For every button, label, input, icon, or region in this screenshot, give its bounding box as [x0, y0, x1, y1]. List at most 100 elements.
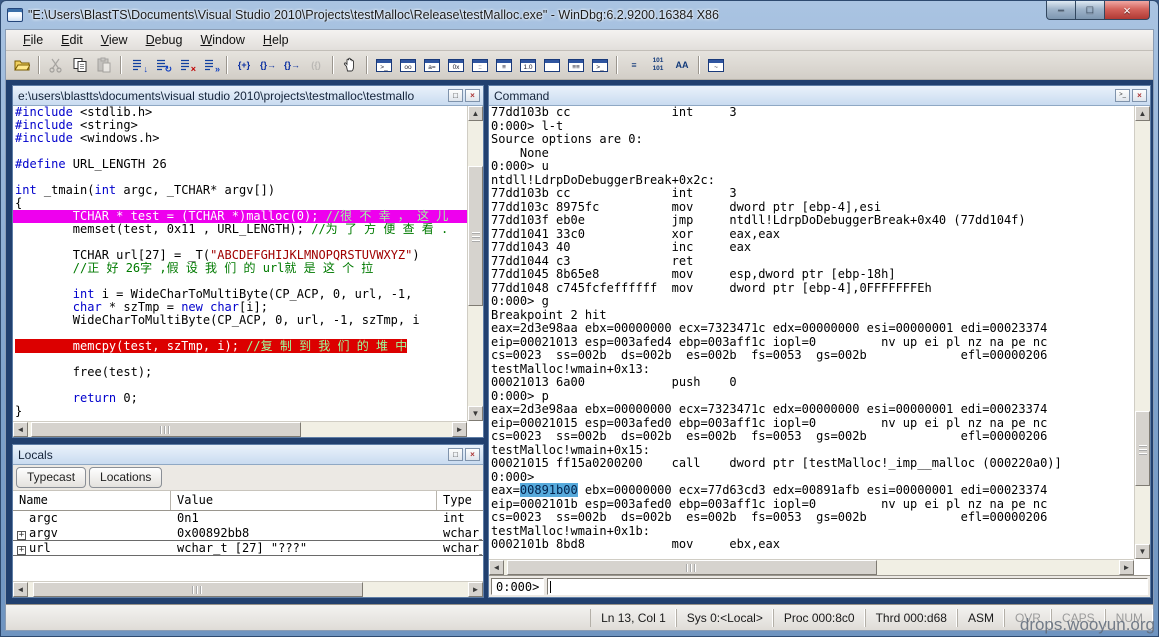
memory-101-button[interactable]: 101 101 [647, 55, 669, 76]
scroll-down-arrow[interactable]: ▼ [468, 406, 483, 421]
locals-column-headers[interactable]: Name Value Type [13, 491, 483, 511]
locals-window-header[interactable]: Locals □ × [13, 445, 483, 465]
command-line: testMalloc!wmain+0x15: [491, 442, 650, 457]
title-bar[interactable]: "E:\Users\BlastTS\Documents\Visual Studi… [1, 1, 1158, 29]
callstack-window-button[interactable]: ≡ [493, 55, 515, 76]
menu-file[interactable]: File [14, 31, 52, 49]
command-line: 0:000> u [491, 159, 549, 173]
command-dock-button[interactable]: >_ [1115, 89, 1130, 102]
command-window-button[interactable]: >_ [373, 55, 395, 76]
close-button[interactable]: × [1104, 1, 1150, 20]
locals-dock-button[interactable]: □ [448, 448, 463, 461]
toolbar-separator [616, 56, 618, 74]
source-line: } [15, 404, 23, 418]
command-line: 77dd103c 8975fc mov dword ptr [ebp-4],es… [491, 199, 882, 214]
disassembly-window-button[interactable]: ≡≡ [565, 55, 587, 76]
maximize-button[interactable]: □ [1076, 1, 1104, 20]
breakpoint-insert-button[interactable]: {+} [233, 55, 255, 76]
scroll-thumb[interactable] [468, 166, 483, 306]
scroll-right-arrow[interactable]: ► [1119, 560, 1134, 575]
font-button[interactable]: AA [671, 55, 693, 76]
command-window-header[interactable]: Command >_ × [489, 86, 1150, 106]
command-input[interactable] [547, 578, 1148, 595]
scroll-up-arrow[interactable]: ▲ [468, 106, 483, 121]
scroll-left-arrow[interactable]: ◄ [13, 422, 28, 437]
toolbar-separator [698, 56, 700, 74]
locals-close-button[interactable]: × [465, 448, 480, 461]
command-vertical-scrollbar[interactable]: ▲ ▼ [1134, 106, 1150, 559]
source-line: int _tmain(int argc, _TCHAR* argv[]) [15, 183, 276, 197]
registers-window-button[interactable]: 0x [445, 55, 467, 76]
source-float-button[interactable]: □ [448, 89, 463, 102]
locals-row-argv[interactable]: +argv0x00892bb8wchar_t [13, 526, 483, 541]
command-line: 0:000> l-t [491, 118, 564, 133]
detach-button[interactable]: » [199, 55, 221, 76]
restart-button[interactable]: ↻ [151, 55, 173, 76]
options-button[interactable]: ~ [705, 55, 727, 76]
toolbar-separator [38, 56, 40, 74]
source-mode-button[interactable]: ≡ [623, 55, 645, 76]
menu-debug[interactable]: Debug [137, 31, 192, 49]
stop-debugging-button[interactable]: × [175, 55, 197, 76]
locals-horizontal-scrollbar[interactable]: ◄ ► [13, 581, 483, 597]
tab-locations[interactable]: Locations [89, 467, 163, 488]
menu-edit[interactable]: Edit [52, 31, 92, 49]
scroll-right-arrow[interactable]: ► [452, 422, 467, 437]
copy-button[interactable] [69, 55, 91, 76]
scroll-thumb[interactable] [1135, 411, 1150, 486]
paste-button[interactable] [93, 55, 115, 76]
command-output-area[interactable]: 77dd103b cc int 3 0:000> l-t Source option… [489, 106, 1134, 559]
blank-window-button[interactable] [541, 55, 563, 76]
command-line: 77dd1044 c3 ret [491, 253, 694, 268]
breakpoint-step-out-button[interactable]: {}→ [281, 55, 303, 76]
menu-window[interactable]: Window [191, 31, 253, 49]
scroll-left-arrow[interactable]: ◄ [13, 582, 28, 597]
go-button[interactable]: ↓ [127, 55, 149, 76]
source-vertical-scrollbar[interactable]: ▲ ▼ [467, 106, 483, 421]
locals-row-url[interactable]: +urlwchar_t [27] "???"wchar_t [13, 541, 483, 556]
source-close-button[interactable]: × [465, 89, 480, 102]
source-window-header[interactable]: e:\users\blastts\documents\visual studio… [13, 86, 483, 106]
command-line: 0:000> g [491, 294, 549, 308]
status-thrd-000-d68: Thrd 000:d68 [864, 608, 957, 627]
command-line: eax=2d3e98aa ebx=00000000 ecx=7323471c e… [491, 321, 1048, 335]
column-header-name[interactable]: Name [13, 491, 171, 510]
source-code-area[interactable]: #include <stdlib.h> #include <string> #inc… [13, 106, 467, 421]
command-close-button[interactable]: × [1132, 89, 1147, 102]
source-horizontal-scrollbar[interactable]: ◄ ► [13, 421, 467, 437]
scroll-thumb[interactable] [33, 582, 363, 597]
column-header-value[interactable]: Value [171, 491, 437, 510]
tab-typecast[interactable]: Typecast [16, 467, 87, 488]
source-line: #include <windows.h> [15, 131, 160, 145]
watch-window-button[interactable]: oo [397, 55, 419, 76]
breakpoint-step-over-button[interactable]: {}→ [257, 55, 279, 76]
menu-help[interactable]: Help [254, 31, 298, 49]
scroll-right-arrow[interactable]: ► [468, 582, 483, 597]
source-path-title: e:\users\blastts\documents\visual studio… [18, 88, 415, 103]
command-prompt: 0:000> [491, 578, 545, 595]
command-window-2-button[interactable]: >_ [589, 55, 611, 76]
cut-button[interactable] [45, 55, 67, 76]
scratchpad-window-button[interactable]: 1.0 [517, 55, 539, 76]
scroll-up-arrow[interactable]: ▲ [1135, 106, 1150, 121]
source-line: #define URL_LENGTH 26 [15, 157, 167, 171]
minimize-button[interactable]: – [1046, 1, 1076, 20]
open-source-file-button[interactable] [11, 55, 33, 76]
scroll-left-arrow[interactable]: ◄ [489, 560, 504, 575]
column-header-type[interactable]: Type [437, 491, 483, 510]
locals-row-argc[interactable]: argc 0n1 int [13, 511, 483, 526]
memory-window-button[interactable]: :: [469, 55, 491, 76]
menu-view[interactable]: View [92, 31, 137, 49]
command-line: 77dd1048 c745fcfeffffff mov dword ptr [e… [491, 280, 932, 295]
scroll-thumb[interactable] [31, 422, 301, 437]
command-line: 00021015 ff15a0200200 call dword ptr [te… [491, 456, 1062, 470]
command-horizontal-scrollbar[interactable]: ◄ ► [489, 559, 1134, 575]
status-sys-0-local: Sys 0:<Local> [675, 608, 773, 627]
locals-window-button[interactable]: a= [421, 55, 443, 76]
expand-icon[interactable]: + [17, 546, 26, 555]
scroll-down-arrow[interactable]: ▼ [1135, 544, 1150, 559]
scroll-thumb[interactable] [507, 560, 877, 575]
break-button[interactable] [339, 55, 361, 76]
expand-icon[interactable]: + [17, 531, 26, 540]
breakpoint-disabled-button[interactable]: ({) [305, 55, 327, 76]
